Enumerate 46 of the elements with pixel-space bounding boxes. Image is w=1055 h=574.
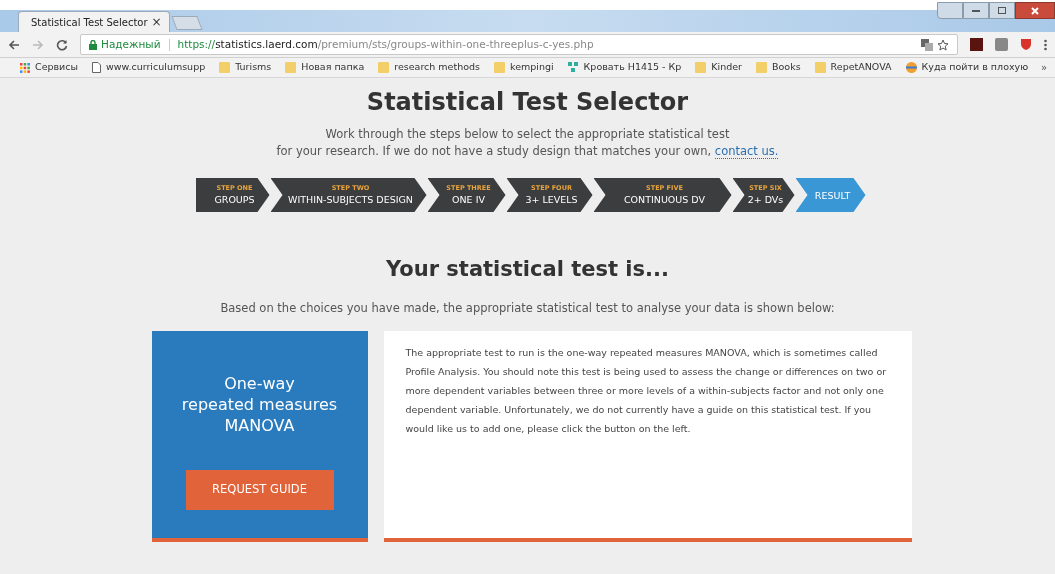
bookmark-link[interactable]: kempingi — [494, 60, 554, 75]
result-intro: Based on the choices you have made, the appropriate statistical test to analyse your data is shown below: — [220, 299, 835, 317]
address-bar[interactable]: Надежный https://statistics.laerd.com/premium/sts/groups-within-one-threeplus-c-yes.php — [80, 34, 958, 55]
star-icon[interactable] — [937, 38, 949, 51]
browser-tab[interactable]: Statistical Test Selector × — [18, 11, 170, 32]
url-text: https://statistics.laerd.com/premium/sts/groups-within-one-threeplus-c-yes.php — [177, 36, 594, 52]
secure-label: Надежный — [101, 36, 161, 52]
bookmark-link[interactable]: www.curriculumsupp — [92, 60, 206, 75]
description-text: The appropriate test to run is the one-way repeated measures MANOVA, which is sometimes called Profile Analysis. You should note this test is being used to assess the change or differences on two or more dependent variables between three or more levels of a within-subjects factor and not only one dependent variable. Unfortunately, we do not currently have a guide on this statistical test. If you would like us to add one, please click the button on the left. — [405, 345, 888, 436]
contact-link[interactable]: contact us. — [714, 144, 779, 159]
intro-text: Work through the steps below to select the appropriate statistical test for your research. If we do not have a study design that matches your own, contact us. — [276, 126, 779, 160]
close-button[interactable] — [1015, 2, 1055, 19]
tab-title: Statistical Test Selector — [31, 15, 148, 30]
bookmark-link[interactable]: research methods — [378, 60, 480, 75]
close-icon — [1031, 6, 1039, 15]
menu-icon[interactable] — [1044, 38, 1047, 51]
bookmark-link[interactable]: Kinder — [695, 60, 742, 75]
minimize-button[interactable] — [963, 2, 989, 19]
folder-icon — [695, 62, 707, 73]
reload-icon[interactable] — [56, 38, 68, 51]
bookmark-link[interactable]: Кровать H1415 - Кр — [567, 60, 682, 75]
lock-icon — [89, 39, 97, 50]
bookmark-link[interactable]: Books — [756, 60, 801, 75]
grid-icon — [567, 62, 579, 73]
globe-icon — [905, 62, 917, 73]
apps-icon — [20, 62, 30, 73]
folder-icon — [378, 62, 390, 73]
close-icon[interactable]: × — [151, 13, 162, 31]
test-name: One-way repeated measures MANOVA — [181, 372, 338, 436]
page-title: Statistical Test Selector — [366, 87, 689, 118]
folder-icon — [285, 62, 297, 73]
shield-icon[interactable] — [1020, 38, 1032, 51]
bookmark-link[interactable]: Новая папка — [285, 60, 365, 75]
result-heading: Your statistical test is... — [386, 256, 669, 283]
folder-icon — [219, 62, 231, 73]
folder-icon — [494, 62, 505, 73]
back-icon[interactable] — [8, 38, 20, 51]
maximize-button[interactable] — [989, 2, 1015, 19]
bookmark-link[interactable]: Куда пойти в плохую — [905, 60, 1029, 75]
folder-icon — [756, 62, 767, 73]
page-icon — [92, 62, 101, 73]
folder-icon — [814, 62, 826, 73]
bookmark-link[interactable]: RepetANOVA — [814, 60, 892, 75]
bookmark-link[interactable]: Сервисы — [20, 60, 78, 75]
more-bookmarks-button[interactable]: » — [1040, 60, 1047, 75]
bookmark-link[interactable]: Turisms — [219, 60, 272, 75]
